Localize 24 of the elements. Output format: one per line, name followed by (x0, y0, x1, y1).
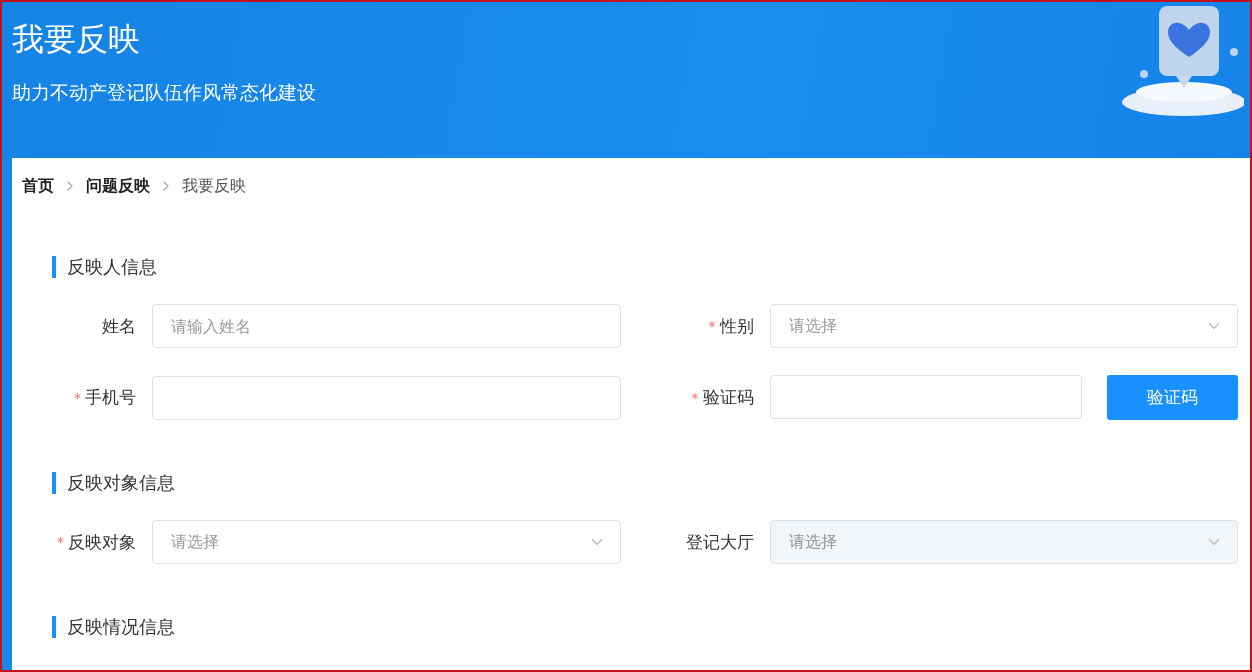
field-label: 登记大厅 (685, 530, 754, 554)
code-input-field[interactable] (769, 375, 1082, 419)
required-mark: * (708, 318, 716, 334)
select-field[interactable]: 请选择 (769, 304, 1238, 348)
field-label: 反映对象 (68, 530, 136, 554)
required-mark: * (57, 534, 64, 550)
breadcrumb-link[interactable]: 问题反映 (86, 175, 150, 197)
field-label: 验证码 (702, 386, 754, 409)
field-label: 手机号 (85, 386, 136, 409)
field-label: 姓名 (102, 314, 136, 338)
text-input-field[interactable] (152, 375, 621, 420)
section-heading: 反映对象信息 (52, 472, 175, 494)
section-heading: 反映人信息 (52, 256, 157, 278)
text-input-field[interactable]: 请输入姓名 (152, 304, 621, 348)
page-subtitle: 助力不动产登记队伍作风常态化建设 (12, 80, 316, 106)
section-heading: 反映情况信息 (52, 616, 175, 638)
required-mark: * (691, 389, 699, 406)
field-label: 性别 (719, 314, 754, 338)
breadcrumb-link[interactable]: 首页 (22, 175, 54, 197)
required-mark: * (74, 389, 81, 406)
get-code-button[interactable]: 验证码 (1107, 375, 1238, 420)
select-field[interactable]: 请选择 (152, 520, 621, 564)
page-title: 我要反映 (12, 20, 140, 59)
breadcrumb-link[interactable]: 我要反映 (182, 175, 246, 197)
